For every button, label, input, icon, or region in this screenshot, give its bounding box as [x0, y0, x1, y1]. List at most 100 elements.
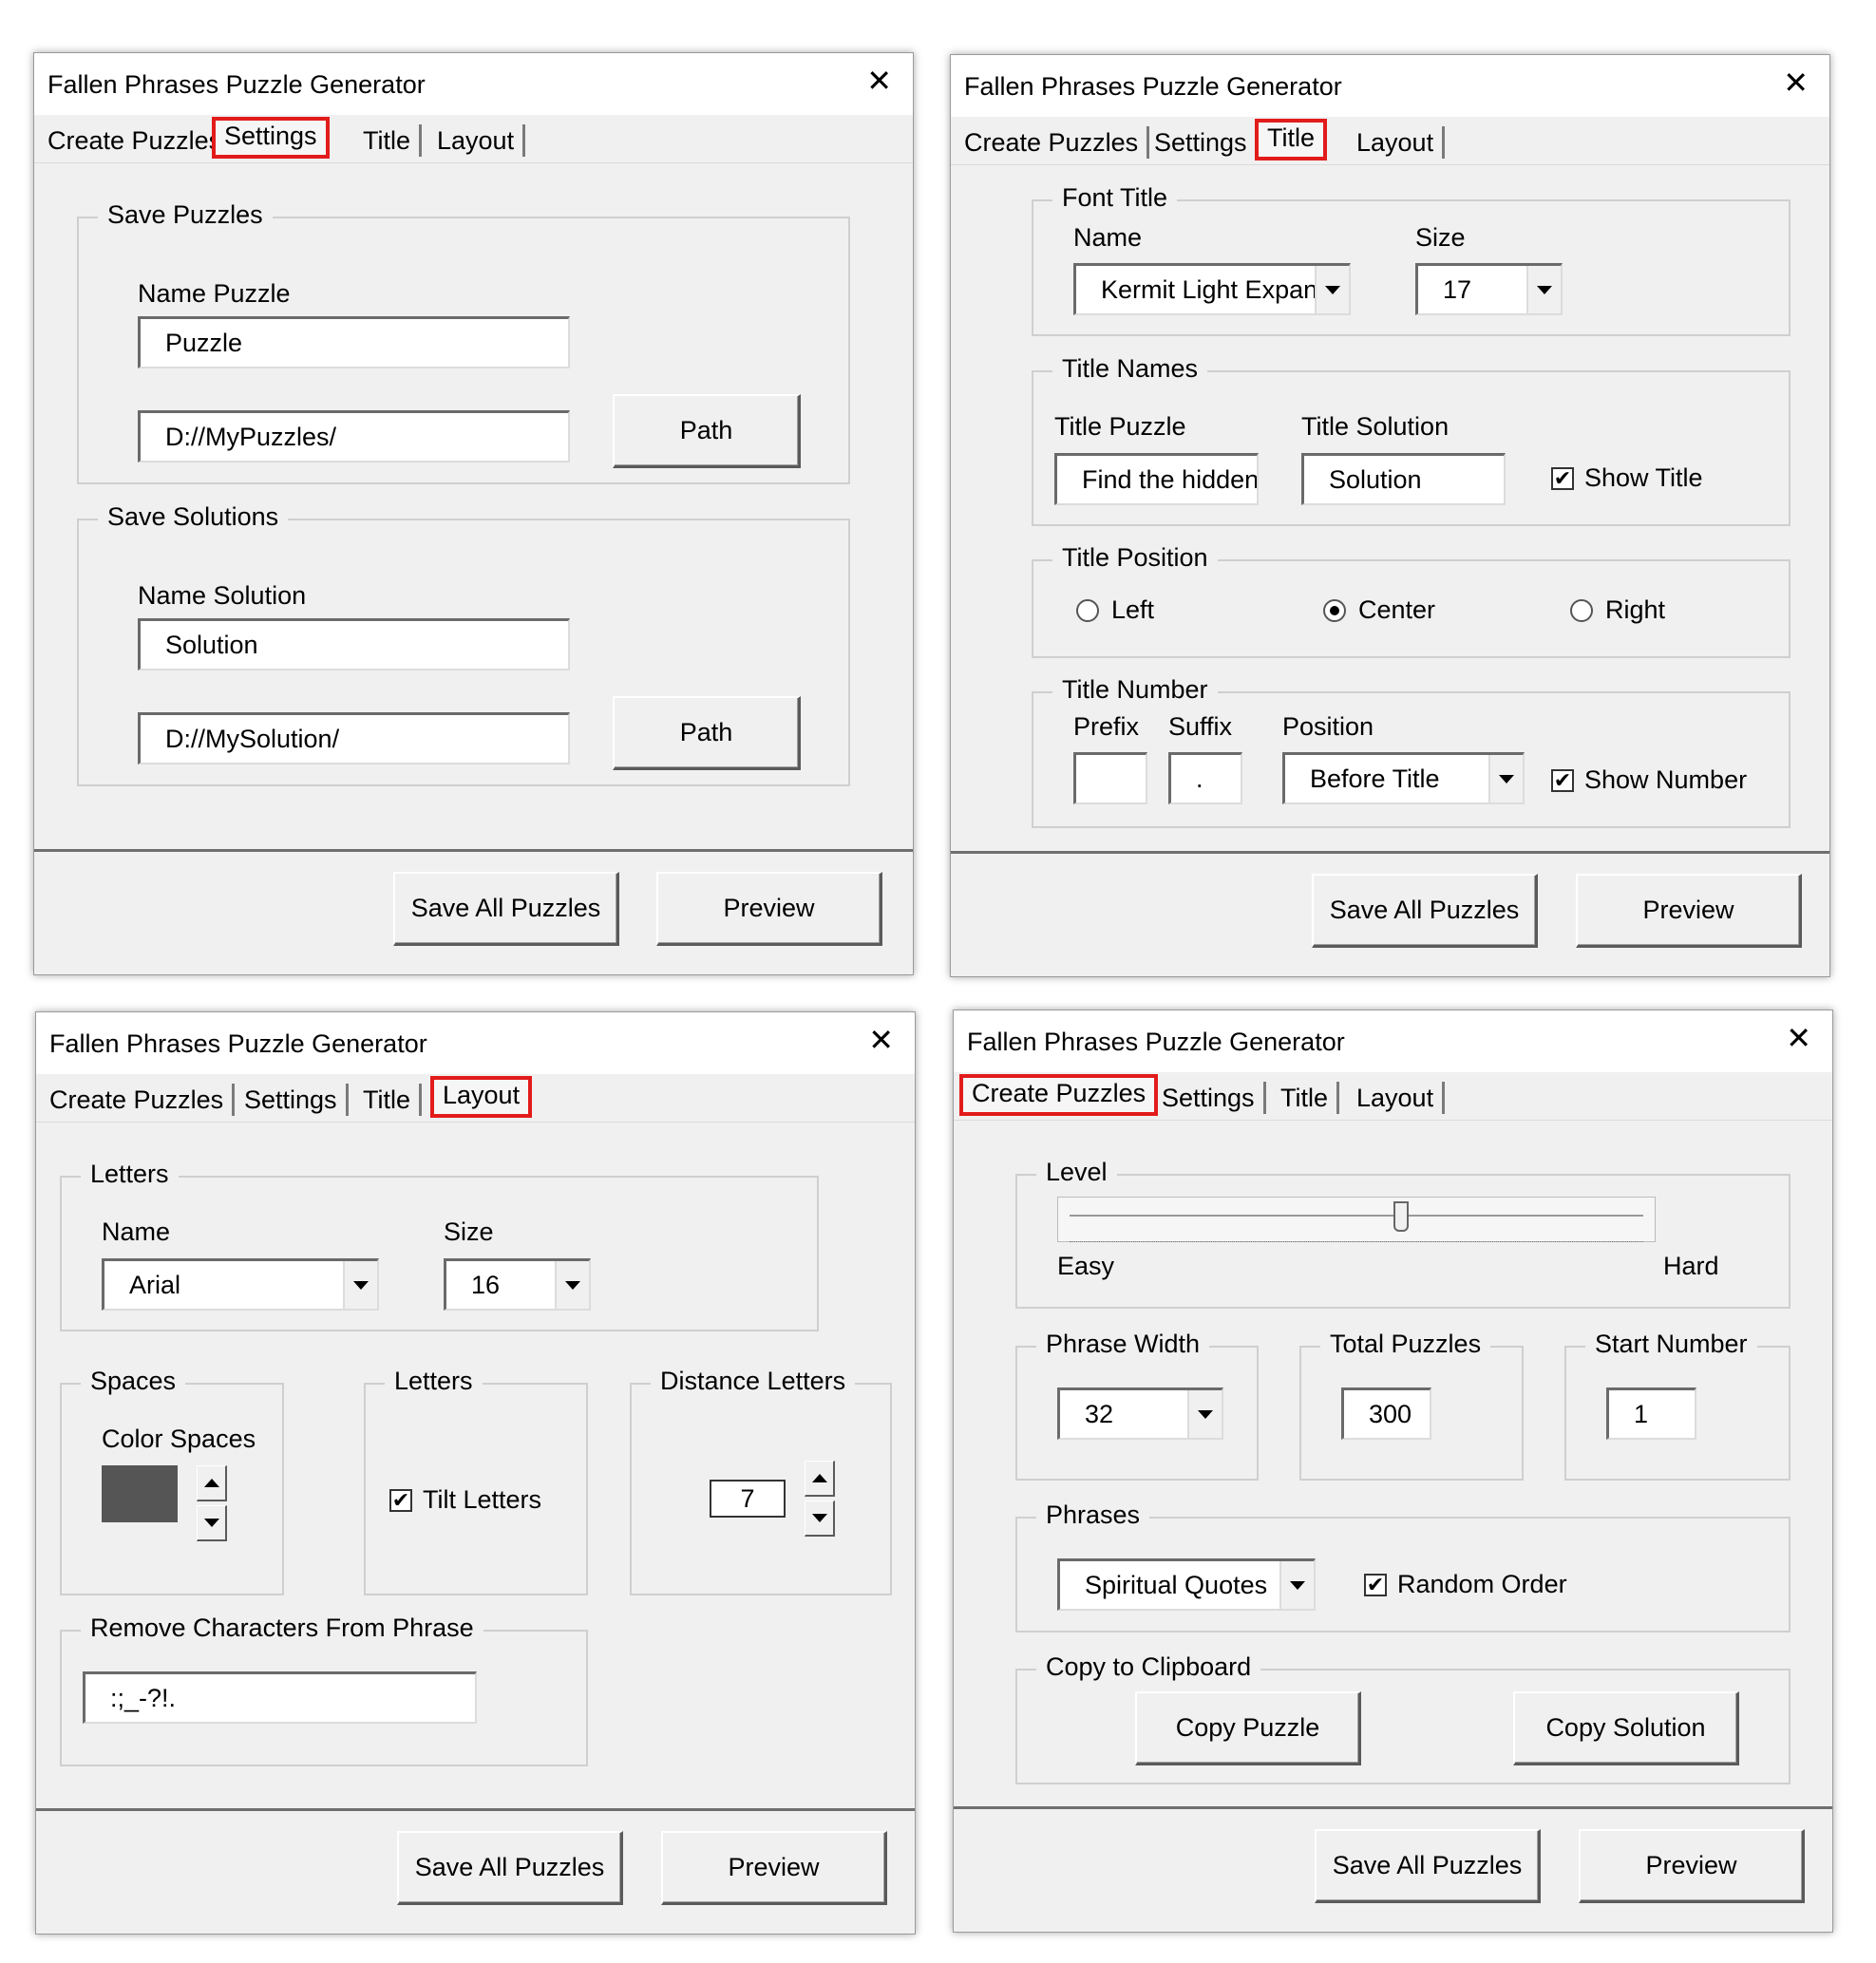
show-title-checkbox[interactable]: ✔ — [1551, 467, 1574, 490]
dropdown-value: Before Title — [1310, 764, 1440, 793]
copy-solution-button[interactable]: Copy Solution — [1513, 1691, 1739, 1765]
puzzle-path-button[interactable]: Path — [613, 394, 801, 468]
hard-label: Hard — [1663, 1252, 1719, 1280]
tab-title[interactable]: Title — [354, 124, 423, 157]
chevron-down-icon[interactable] — [343, 1261, 377, 1309]
tab-layout[interactable]: Layout — [1348, 1082, 1446, 1114]
tab-create-puzzles[interactable]: Create Puzzles — [39, 124, 220, 157]
create-puzzles-window: Fallen Phrases Puzzle Generator ✕ Create… — [953, 1010, 1833, 1933]
font-size-label: Size — [1415, 223, 1466, 252]
close-icon[interactable]: ✕ — [1786, 1023, 1811, 1053]
puzzle-path-input[interactable]: D://MyPuzzles/ — [138, 410, 570, 462]
close-icon[interactable]: ✕ — [868, 1025, 894, 1055]
title-solution-input[interactable]: Solution — [1301, 453, 1506, 505]
tab-settings[interactable]: Settings — [1146, 126, 1259, 159]
slider-thumb[interactable] — [1393, 1201, 1410, 1232]
color-spaces-swatch[interactable] — [102, 1465, 178, 1522]
title-puzzle-input[interactable]: Find the hidden — [1054, 453, 1259, 505]
save-all-puzzles-button[interactable]: Save All Puzzles — [1315, 1829, 1541, 1903]
level-slider[interactable] — [1057, 1197, 1656, 1242]
show-number-checkbox[interactable]: ✔ — [1551, 769, 1574, 792]
spin-down-icon[interactable] — [805, 1501, 835, 1537]
tab-settings[interactable]: Settings — [236, 1084, 349, 1116]
preview-button[interactable]: Preview — [661, 1831, 887, 1905]
phrases-dropdown[interactable]: Spiritual Quotes — [1057, 1558, 1316, 1611]
chevron-down-icon[interactable] — [1488, 755, 1523, 802]
preview-button[interactable]: Preview — [1576, 874, 1802, 948]
chevron-down-icon[interactable] — [1187, 1390, 1222, 1438]
start-number-input[interactable]: 1 — [1606, 1387, 1696, 1440]
group-legend: Letters — [81, 1160, 179, 1189]
settings-window: Fallen Phrases Puzzle Generator ✕ Create… — [33, 52, 914, 975]
phrase-width-dropdown[interactable]: 32 — [1057, 1387, 1223, 1440]
chevron-down-icon[interactable] — [1315, 266, 1349, 313]
chevron-down-icon[interactable] — [1279, 1561, 1314, 1609]
radio-left[interactable] — [1076, 599, 1099, 622]
close-icon[interactable]: ✕ — [866, 66, 892, 96]
level-group: Level Easy Hard — [1015, 1158, 1791, 1309]
window-title: Fallen Phrases Puzzle Generator — [967, 1028, 1345, 1056]
title-number-group: Title Number Prefix Suffix . Position Be… — [1032, 675, 1791, 828]
distance-letters-spinner[interactable] — [805, 1461, 835, 1537]
letters-size-dropdown[interactable]: 16 — [444, 1258, 591, 1311]
save-solutions-group: Save Solutions Name Solution Solution D:… — [77, 502, 850, 786]
tab-layout[interactable]: Layout — [430, 1076, 533, 1118]
save-all-puzzles-button[interactable]: Save All Puzzles — [393, 872, 619, 946]
letters-font-dropdown[interactable]: Arial — [102, 1258, 379, 1311]
tab-settings[interactable]: Settings — [1153, 1082, 1266, 1114]
letters-font-group: Letters Name Arial Size 16 — [60, 1160, 819, 1331]
tilt-letters-label: Tilt Letters — [423, 1485, 542, 1514]
window-title: Fallen Phrases Puzzle Generator — [964, 72, 1342, 101]
footer-divider — [954, 1806, 1832, 1809]
window-titlebar: Fallen Phrases Puzzle Generator ✕ — [951, 55, 1829, 117]
font-size-dropdown[interactable]: 17 — [1415, 263, 1563, 315]
suffix-input[interactable]: . — [1168, 752, 1242, 804]
font-name-dropdown[interactable]: Kermit Light Expan — [1073, 263, 1351, 315]
tab-title[interactable]: Title — [1272, 1082, 1340, 1114]
tab-title[interactable]: Title — [354, 1084, 423, 1116]
name-solution-input[interactable]: Solution — [138, 618, 570, 670]
group-legend: Save Puzzles — [98, 200, 273, 230]
name-puzzle-input[interactable]: Puzzle — [138, 316, 570, 368]
color-spaces-spinner[interactable] — [197, 1465, 227, 1541]
solution-path-input[interactable]: D://MySolution/ — [138, 712, 570, 764]
tab-title[interactable]: Title — [1255, 119, 1328, 160]
total-puzzles-input[interactable]: 300 — [1341, 1387, 1431, 1440]
preview-button[interactable]: Preview — [656, 872, 882, 946]
spin-up-icon[interactable] — [197, 1465, 227, 1501]
prefix-input[interactable] — [1073, 752, 1147, 804]
group-legend: Level — [1036, 1158, 1117, 1187]
tilt-letters-checkbox[interactable]: ✔ — [389, 1489, 412, 1512]
tab-settings[interactable]: Settings — [212, 117, 330, 159]
tab-layout[interactable]: Layout — [1348, 126, 1446, 159]
distance-letters-input[interactable]: 7 — [710, 1480, 786, 1518]
chevron-down-icon[interactable] — [1526, 266, 1561, 313]
show-title-label: Show Title — [1584, 463, 1703, 492]
tab-layout[interactable]: Layout — [428, 124, 526, 157]
copy-puzzle-button[interactable]: Copy Puzzle — [1135, 1691, 1361, 1765]
dropdown-value: Arial — [129, 1270, 181, 1299]
tab-create-puzzles[interactable]: Create Puzzles — [959, 1074, 1159, 1116]
position-label: Position — [1282, 712, 1374, 741]
number-position-dropdown[interactable]: Before Title — [1282, 752, 1525, 804]
save-all-puzzles-button[interactable]: Save All Puzzles — [397, 1831, 623, 1905]
chevron-down-icon[interactable] — [555, 1261, 589, 1309]
radio-center-label: Center — [1358, 595, 1436, 624]
dropdown-value: Spiritual Quotes — [1085, 1570, 1268, 1599]
save-all-puzzles-button[interactable]: Save All Puzzles — [1312, 874, 1538, 948]
tab-create-puzzles[interactable]: Create Puzzles — [41, 1084, 236, 1116]
spin-up-icon[interactable] — [805, 1461, 835, 1497]
close-icon[interactable]: ✕ — [1783, 67, 1809, 98]
random-order-checkbox[interactable]: ✔ — [1364, 1574, 1387, 1596]
solution-path-button[interactable]: Path — [613, 696, 801, 770]
font-name-label: Name — [1073, 223, 1143, 252]
window-titlebar: Fallen Phrases Puzzle Generator ✕ — [954, 1010, 1832, 1072]
preview-button[interactable]: Preview — [1579, 1829, 1805, 1903]
spin-down-icon[interactable] — [197, 1505, 227, 1541]
remove-characters-input[interactable]: :;_-?!. — [83, 1671, 477, 1724]
group-legend: Title Number — [1052, 675, 1218, 705]
tab-create-puzzles[interactable]: Create Puzzles — [956, 126, 1150, 159]
radio-center[interactable] — [1323, 599, 1346, 622]
radio-right[interactable] — [1570, 599, 1593, 622]
input-value: Puzzle — [165, 328, 243, 357]
